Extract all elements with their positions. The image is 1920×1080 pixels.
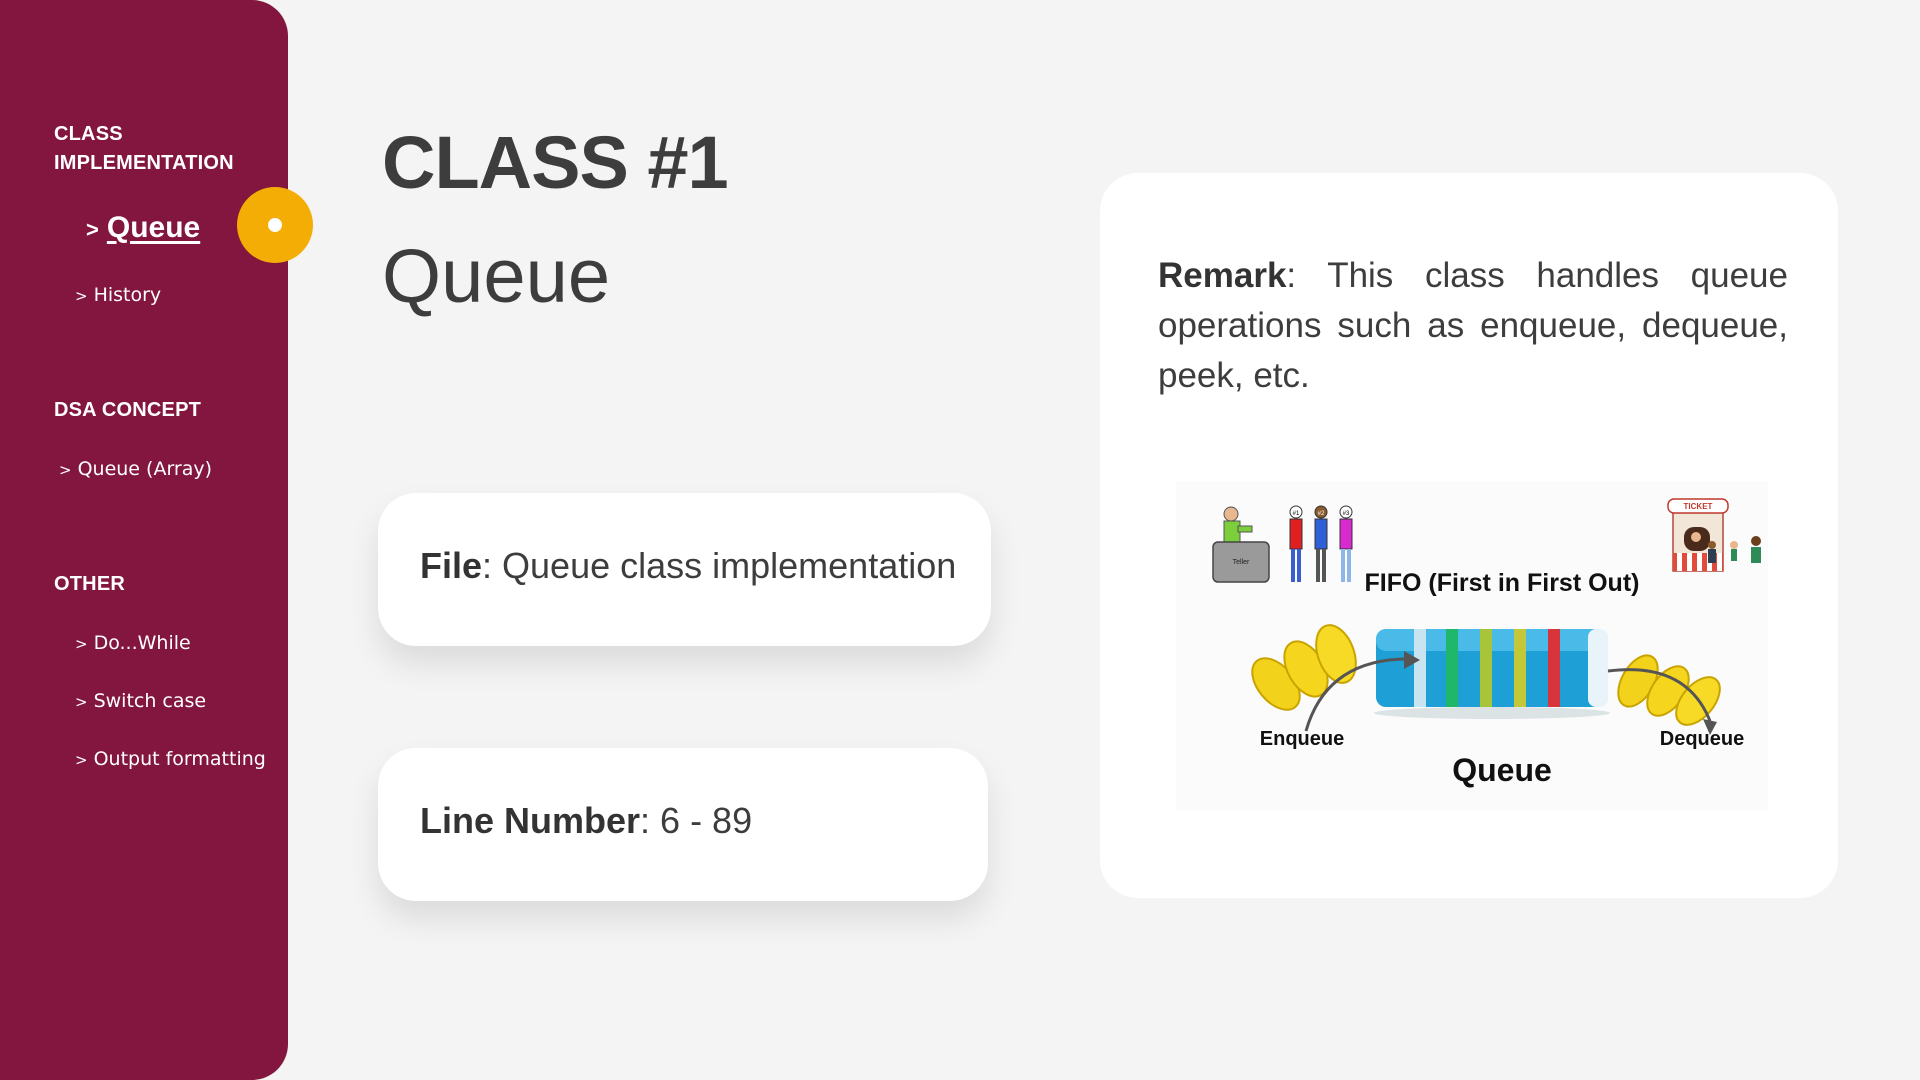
line-number-label: Line Number <box>420 800 641 841</box>
section-title-other: OTHER <box>54 573 125 595</box>
page-title: CLASS #1 <box>382 121 729 204</box>
file-value: Queue class implementation <box>502 545 957 586</box>
remark-label: Remark <box>1158 256 1287 295</box>
active-indicator <box>237 187 313 263</box>
line-number-info: Line Number: 6 - 89 <box>420 800 753 841</box>
sidebar-item-queue-array[interactable]: > Queue (Array) <box>59 457 212 482</box>
line-number-card: Line Number: 6 - 89 <box>378 748 988 901</box>
svg-text:#3: #3 <box>1343 511 1350 517</box>
sidebar-item-queue[interactable]: > Queue <box>86 210 200 248</box>
sidebar-item-history[interactable]: > History <box>75 283 161 308</box>
dequeue-label: Dequeue <box>1660 728 1744 750</box>
chevron-right-icon: > <box>75 635 88 653</box>
chevron-right-icon: > <box>75 287 88 305</box>
sidebar-item-label: Queue <box>106 211 201 244</box>
ticket-label: TICKET <box>1684 502 1713 511</box>
section-title-class-implementation: CLASS IMPLEMENTATION <box>54 123 234 174</box>
file-info: File: Queue class implementation <box>420 545 957 586</box>
sidebar-item-do-while[interactable]: > Do...While <box>75 631 191 656</box>
sidebar-item-label: Switch case <box>93 690 207 712</box>
chevron-right-icon: > <box>75 751 88 769</box>
remark-text: Remark: This class handles queue operati… <box>1158 256 1788 395</box>
svg-text:#2: #2 <box>1318 511 1325 517</box>
enqueue-label: Enqueue <box>1260 728 1344 750</box>
line-number-value: 6 - 89 <box>660 800 753 841</box>
file-label: File <box>420 545 483 586</box>
sidebar: CLASS IMPLEMENTATION > Queue > History DSA… <box>0 0 288 1080</box>
sidebar-item-label: Output formatting <box>93 748 266 770</box>
queue-cylinder <box>1374 629 1610 719</box>
queue-label: Queue <box>1452 752 1552 788</box>
queue-illustration: Teller #1 #2 #3 TICKET FIFO (First in Fi… <box>1176 481 1768 811</box>
chevron-right-icon: > <box>86 217 99 242</box>
chevron-right-icon: > <box>59 461 72 479</box>
section-title-dsa-concept: DSA CONCEPT <box>54 399 202 421</box>
fifo-label: FIFO (First in First Out) <box>1365 569 1640 597</box>
sidebar-item-label: History <box>93 284 162 306</box>
svg-text:#1: #1 <box>1293 511 1300 517</box>
sidebar-item-switch-case[interactable]: > Switch case <box>75 689 206 714</box>
chevron-right-icon: > <box>75 693 88 711</box>
sidebar-item-label: Queue (Array) <box>77 458 213 480</box>
indicator-dot <box>268 218 282 232</box>
remark-card: Remark: This class handles queue operati… <box>1100 173 1838 898</box>
sidebar-item-label: Do...While <box>93 632 191 654</box>
sidebar-item-output-formatting[interactable]: > Output formatting <box>75 747 266 772</box>
page-subtitle: Queue <box>382 234 611 319</box>
file-card: File: Queue class implementation <box>378 493 991 646</box>
teller-label: Teller <box>1233 559 1250 566</box>
